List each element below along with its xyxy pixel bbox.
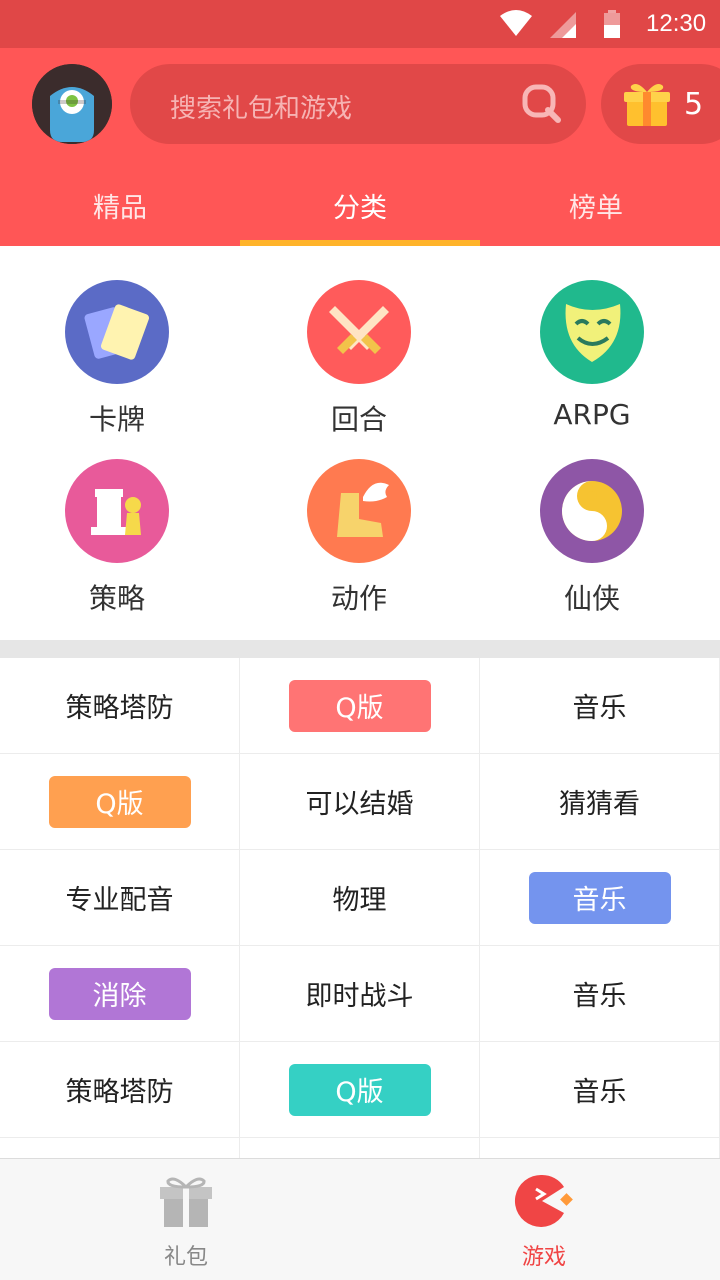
- tag-label: 音乐: [572, 981, 627, 1012]
- search-bar[interactable]: 搜索礼包和游戏: [130, 64, 586, 144]
- tag-label: 即时战斗: [305, 981, 414, 1012]
- tab-featured[interactable]: 精品: [0, 186, 240, 225]
- nav-label: 游戏: [521, 1245, 566, 1270]
- category-label: ARPG: [553, 398, 631, 431]
- tag-cell[interactable]: 策略塔防: [0, 658, 240, 754]
- gift-count-button[interactable]: 5: [601, 64, 720, 144]
- tag-cell[interactable]: 物理: [240, 850, 480, 946]
- search-icon[interactable]: [522, 84, 562, 124]
- tag-pill: Q版: [48, 775, 191, 828]
- tag-pill: 消除: [48, 967, 191, 1020]
- category-label: 回合: [330, 403, 387, 436]
- tag-pill: Q版: [288, 679, 431, 732]
- bottom-nav: 礼包 游戏: [0, 1158, 720, 1280]
- tag-cell-partial: [480, 1138, 720, 1158]
- tag-label: 音乐: [572, 693, 627, 724]
- category-label: 策略: [88, 582, 145, 615]
- category-label: 仙侠: [563, 582, 620, 615]
- top-tabs: 精品 分类 榜单: [0, 168, 720, 246]
- tag-label: 专业配音: [65, 885, 174, 916]
- tag-cell[interactable]: 专业配音: [0, 850, 240, 946]
- tag-label: 策略塔防: [65, 693, 174, 724]
- category-label: 卡牌: [88, 403, 145, 436]
- category-label: 动作: [330, 582, 387, 615]
- cards-icon: [65, 280, 169, 384]
- category-arpg[interactable]: ARPG: [502, 280, 682, 431]
- tag-cell[interactable]: 音乐: [480, 850, 720, 946]
- nav-gifts[interactable]: 礼包: [6, 1173, 366, 1271]
- tag-pill: Q版: [288, 1063, 431, 1116]
- clock: 12:30: [646, 10, 707, 37]
- tag-cell[interactable]: 音乐: [480, 658, 720, 754]
- tag-cell[interactable]: Q版: [240, 658, 480, 754]
- nav-label: 礼包: [163, 1245, 208, 1270]
- gift-icon: [624, 84, 670, 126]
- signal-icon: [550, 12, 576, 38]
- battery-icon: [604, 10, 620, 38]
- tag-label: 音乐: [572, 1077, 627, 1108]
- nav-games[interactable]: 游戏: [364, 1173, 720, 1271]
- category-turn-based[interactable]: 回合: [269, 280, 449, 438]
- tag-cell[interactable]: 可以结婚: [240, 754, 480, 850]
- tag-grid: 策略塔防 Q版 音乐 Q版 可以结婚 猜猜看 专业配音 物理 音乐 消除 即时战…: [0, 658, 720, 1158]
- avatar[interactable]: [32, 64, 112, 144]
- section-divider: [0, 640, 720, 658]
- category-strategy[interactable]: 策略: [27, 459, 207, 617]
- tag-pill: 音乐: [528, 871, 671, 924]
- pacman-game-icon: [514, 1174, 573, 1227]
- category-grid: 卡牌 回合 ARPG 策略 动作 仙侠: [0, 246, 720, 640]
- search-input[interactable]: 搜索礼包和游戏: [170, 88, 352, 125]
- tag-cell[interactable]: 音乐: [480, 946, 720, 1042]
- category-action[interactable]: 动作: [269, 459, 449, 617]
- tab-ranking[interactable]: 榜单: [476, 186, 716, 225]
- tag-cell[interactable]: Q版: [0, 754, 240, 850]
- tag-cell[interactable]: 策略塔防: [0, 1042, 240, 1138]
- header: 搜索礼包和游戏 5 精品 分类 榜单: [0, 48, 720, 246]
- tag-cell[interactable]: Q版: [240, 1042, 480, 1138]
- tag-cell[interactable]: 即时战斗: [240, 946, 480, 1042]
- tag-cell-partial: [0, 1138, 240, 1158]
- tag-cell[interactable]: 音乐: [480, 1042, 720, 1138]
- tag-cell[interactable]: 猜猜看: [480, 754, 720, 850]
- winged-boot-icon: [307, 459, 411, 563]
- tag-label: 可以结婚: [305, 789, 414, 820]
- category-xianxia[interactable]: 仙侠: [502, 459, 682, 617]
- gift-icon: [160, 1177, 212, 1227]
- category-cards[interactable]: 卡牌: [27, 280, 207, 438]
- crossed-swords-icon: [307, 280, 411, 384]
- tag-label: 策略塔防: [65, 1077, 174, 1108]
- yin-yang-icon: [540, 459, 644, 563]
- tag-cell[interactable]: 消除: [0, 946, 240, 1042]
- tag-label: 猜猜看: [559, 789, 640, 820]
- tab-category[interactable]: 分类: [240, 186, 480, 225]
- chess-icon: [65, 459, 169, 563]
- status-bar: 12:30: [0, 0, 720, 48]
- gift-count: 5: [684, 87, 704, 122]
- tag-cell-partial: [240, 1138, 480, 1158]
- theater-mask-icon: [540, 280, 644, 384]
- wifi-icon: [500, 10, 532, 36]
- tag-label: 物理: [332, 885, 387, 916]
